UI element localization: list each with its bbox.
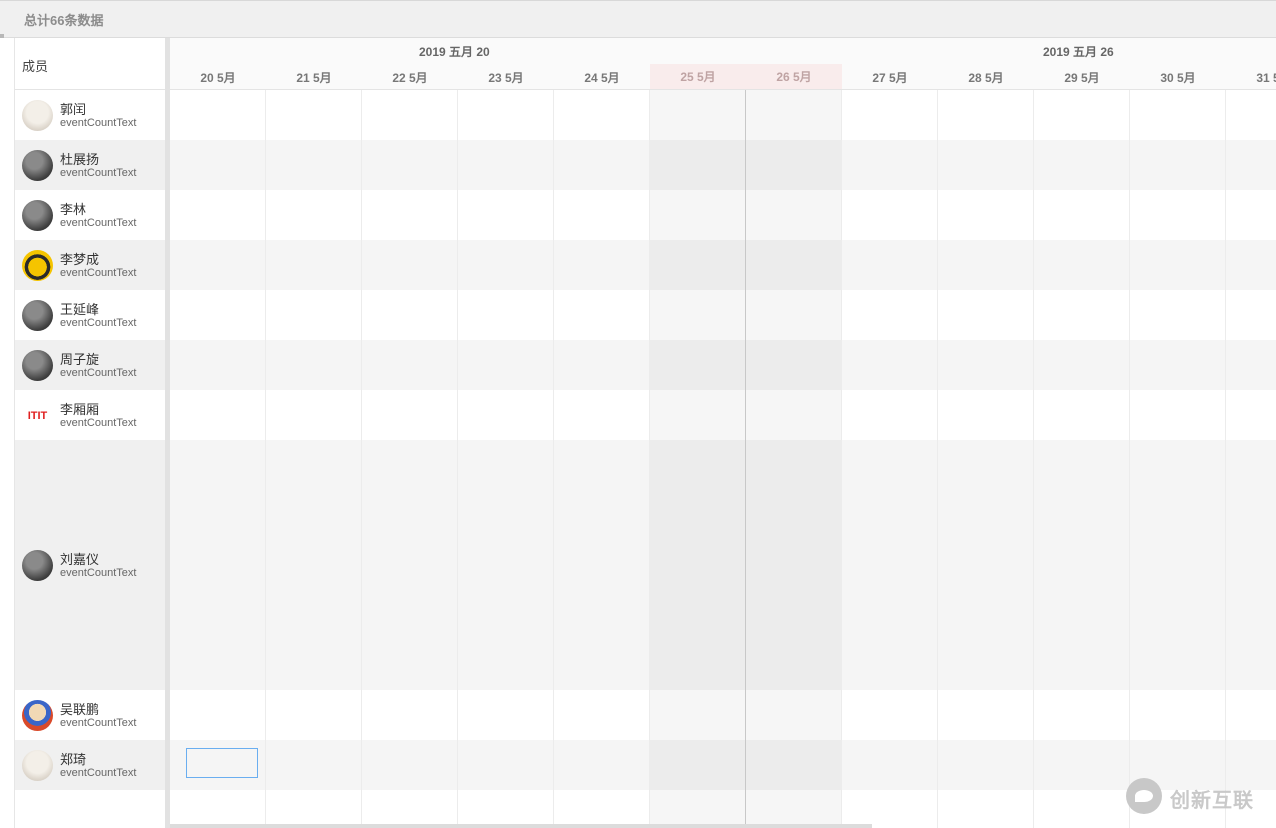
weekend-column-shade bbox=[746, 90, 842, 828]
resource-name: 杜展扬 bbox=[60, 152, 100, 167]
day-label[interactable]: 27 5月 bbox=[842, 69, 938, 86]
avatar bbox=[22, 350, 53, 381]
resource-row[interactable]: 李梦成 eventCountText bbox=[15, 240, 165, 290]
day-divider bbox=[457, 90, 458, 828]
schedule-grid[interactable] bbox=[170, 90, 1276, 828]
day-divider bbox=[649, 90, 650, 828]
resource-event-count: eventCountText bbox=[60, 717, 137, 729]
toolbar: 总计66条数据 bbox=[0, 0, 1276, 38]
avatar bbox=[22, 750, 53, 781]
day-divider bbox=[1225, 90, 1226, 828]
resource-name: 李林 bbox=[60, 202, 87, 217]
resource-event-count: eventCountText bbox=[60, 317, 137, 329]
weekend-day-label[interactable]: 25 5月 bbox=[650, 64, 746, 89]
resource-event-count: eventCountText bbox=[60, 417, 137, 429]
day-label[interactable]: 20 5月 bbox=[170, 69, 266, 86]
current-time-line bbox=[745, 90, 746, 828]
day-label[interactable]: 31 5月 bbox=[1226, 69, 1276, 86]
resource-row[interactable]: 周子旋 eventCountText bbox=[15, 340, 165, 390]
avatar bbox=[22, 150, 53, 181]
resource-event-count: eventCountText bbox=[60, 767, 137, 779]
watermark-text: 创新互联 bbox=[1170, 790, 1254, 812]
resource-row[interactable]: 杜展扬 eventCountText bbox=[15, 140, 165, 190]
resource-name: 郑琦 bbox=[60, 752, 87, 767]
week-label: 2019 五月 26 bbox=[1043, 45, 1114, 59]
avatar bbox=[22, 100, 53, 131]
resource-event-count: eventCountText bbox=[60, 267, 137, 279]
resource-row[interactable]: 刘嘉仪 eventCountText bbox=[15, 440, 165, 690]
avatar: ITIT bbox=[22, 400, 53, 431]
day-label[interactable]: 28 5月 bbox=[938, 69, 1034, 86]
day-divider bbox=[265, 90, 266, 828]
avatar bbox=[22, 200, 53, 231]
total-count-label: 总计66条数据 bbox=[24, 13, 104, 28]
week-label: 2019 五月 20 bbox=[419, 45, 490, 59]
left-edge-strip bbox=[0, 38, 15, 828]
resource-column-title: 成员 bbox=[22, 59, 49, 74]
resource-name: 吴联鹏 bbox=[60, 702, 100, 717]
resource-name: 郭闰 bbox=[60, 102, 87, 117]
avatar bbox=[22, 250, 53, 281]
resource-row[interactable]: 郭闰 eventCountText bbox=[15, 90, 165, 140]
resource-name: 周子旋 bbox=[60, 352, 100, 367]
day-divider bbox=[553, 90, 554, 828]
day-label[interactable]: 29 5月 bbox=[1034, 69, 1130, 86]
resource-event-count: eventCountText bbox=[60, 217, 137, 229]
resource-row[interactable]: ITIT 李厢厢 eventCountText bbox=[15, 390, 165, 440]
day-label[interactable]: 23 5月 bbox=[458, 69, 554, 86]
day-divider bbox=[1033, 90, 1034, 828]
resource-row[interactable]: 李林 eventCountText bbox=[15, 190, 165, 240]
avatar bbox=[22, 550, 53, 581]
weekend-day-label[interactable]: 26 5月 bbox=[746, 64, 842, 89]
day-divider bbox=[1129, 90, 1130, 828]
day-divider bbox=[937, 90, 938, 828]
resource-event-count: eventCountText bbox=[60, 567, 137, 579]
day-label[interactable]: 22 5月 bbox=[362, 69, 458, 86]
day-label[interactable]: 24 5月 bbox=[554, 69, 650, 86]
resource-column-header[interactable]: 成员 bbox=[15, 38, 165, 90]
resource-name: 王延峰 bbox=[60, 302, 100, 317]
horizontal-scrollbar[interactable] bbox=[170, 824, 872, 828]
weekend-column-shade bbox=[650, 90, 746, 828]
resource-event-count: eventCountText bbox=[60, 117, 137, 129]
day-divider bbox=[841, 90, 842, 828]
selected-cell[interactable] bbox=[186, 748, 258, 778]
watermark-logo-icon bbox=[1126, 778, 1162, 814]
resource-row[interactable]: 郑琦 eventCountText bbox=[15, 740, 165, 790]
avatar bbox=[22, 700, 53, 731]
time-axis-header: 2019 五月 20 2019 五月 26 20 5月 21 5月 22 5月 23 5月… bbox=[170, 38, 1276, 90]
resource-event-count: eventCountText bbox=[60, 367, 137, 379]
resource-name: 李梦成 bbox=[60, 252, 100, 267]
day-label[interactable]: 21 5月 bbox=[266, 69, 362, 86]
resource-name: 刘嘉仪 bbox=[60, 552, 100, 567]
watermark: 创新互联 bbox=[1126, 776, 1276, 816]
day-label[interactable]: 30 5月 bbox=[1130, 69, 1226, 86]
resource-row[interactable]: 王延峰 eventCountText bbox=[15, 290, 165, 340]
avatar bbox=[22, 300, 53, 331]
day-divider bbox=[361, 90, 362, 828]
resource-name: 李厢厢 bbox=[60, 402, 100, 417]
resource-event-count: eventCountText bbox=[60, 167, 137, 179]
resource-row[interactable]: 吴联鹏 eventCountText bbox=[15, 690, 165, 740]
avatar-logo-text: ITIT bbox=[27, 409, 48, 422]
